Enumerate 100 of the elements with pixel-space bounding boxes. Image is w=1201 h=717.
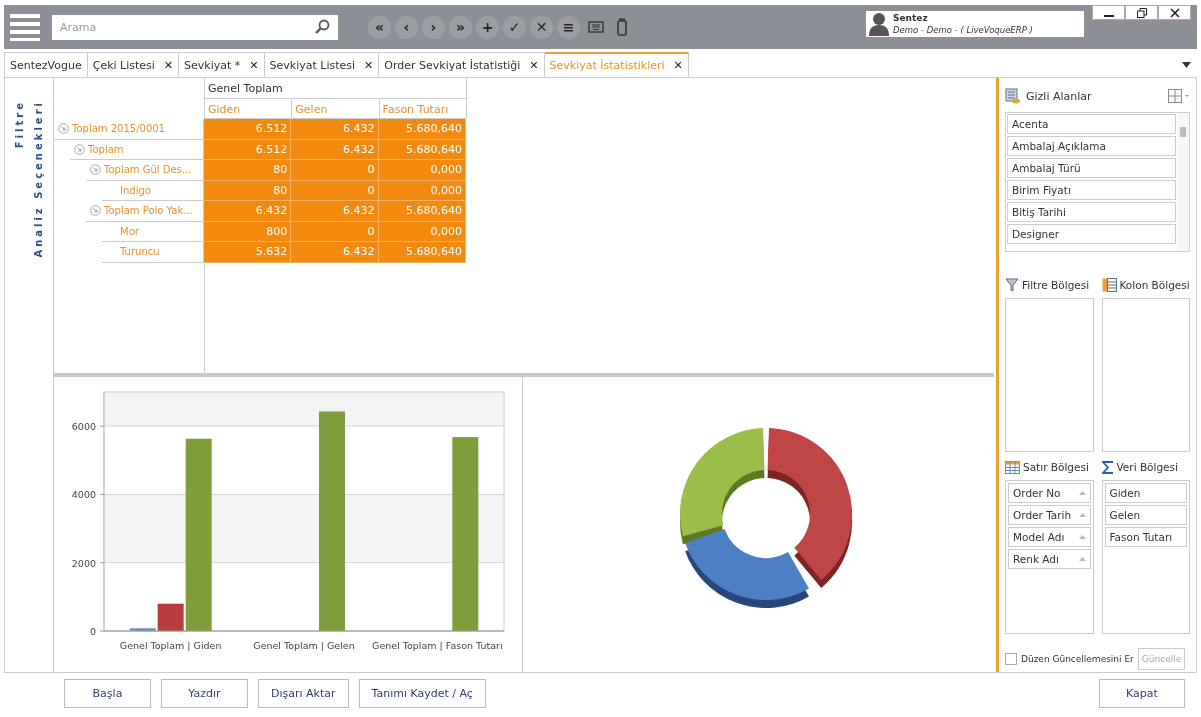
toolbar-button[interactable]: › — [422, 15, 445, 39]
data-cell: 6.432 — [291, 201, 379, 222]
collapse-icon[interactable] — [58, 123, 69, 135]
action-button[interactable]: Tanımı Kaydet / Aç — [358, 678, 486, 708]
sort-arrow-icon[interactable] — [1078, 491, 1086, 495]
menu-icon[interactable] — [10, 13, 40, 41]
data-cell: 800 — [204, 221, 292, 242]
action-button[interactable]: Başla — [64, 678, 151, 708]
scrollbar[interactable] — [1177, 113, 1189, 251]
field-item[interactable]: Ambalaj Türü — [1007, 158, 1176, 178]
toolbar-button[interactable]: » — [449, 15, 472, 39]
area-title: Kolon Bölgesi — [1119, 279, 1190, 291]
collapse-icon[interactable] — [90, 164, 101, 176]
data-cell: 0 — [291, 221, 379, 242]
row-header: Toplam — [88, 143, 124, 155]
close-button[interactable] — [1158, 5, 1191, 20]
field-item[interactable]: Gelen — [1104, 505, 1187, 525]
tab[interactable]: Order Sevkiyat İstatistiği ✕ — [379, 52, 545, 77]
toolbar-button[interactable]: ≡ — [557, 15, 580, 39]
data-cell: 6.432 — [291, 139, 379, 160]
data-cell: 6.512 — [204, 119, 292, 140]
x-category-label: Genel Toplam | Gelen — [253, 640, 355, 651]
data-cell: 80 — [204, 180, 292, 201]
restore-button[interactable] — [1125, 5, 1158, 20]
collapse-icon[interactable] — [90, 205, 101, 217]
tab-close-button[interactable]: ✕ — [364, 58, 374, 72]
search-icon[interactable] — [314, 18, 330, 35]
field-item[interactable]: Order No — [1008, 483, 1091, 503]
toolbar-button[interactable]: + — [476, 15, 499, 39]
field-item[interactable]: Birim Fiyatı — [1007, 180, 1176, 200]
layout-grid-icon[interactable] — [1168, 89, 1190, 103]
field-item[interactable]: Fason Tutarı — [1104, 527, 1187, 547]
side-tab-label[interactable]: Filtre — [14, 100, 25, 149]
row-header: Turuncu — [120, 246, 160, 258]
keyboard-icon[interactable] — [588, 21, 604, 33]
row-header: Toplam Polo Yak... — [104, 205, 193, 217]
data-cell: 5.680,640 — [378, 201, 466, 222]
field-item[interactable]: Ambalaj Açıklama — [1007, 136, 1176, 156]
y-tick-label: 0 — [89, 626, 96, 637]
data-cell: 0,000 — [378, 160, 466, 181]
user-subtitle: Demo - Demo - ( LiveVoqueERP ) — [893, 24, 1033, 36]
user-name: Sentez — [893, 12, 929, 24]
row-header: Toplam 2015/0001 — [72, 123, 165, 135]
sigma-icon — [1101, 460, 1114, 474]
toolbar-button[interactable]: ‹ — [395, 15, 418, 39]
y-tick-label: 6000 — [71, 421, 96, 433]
field-item[interactable]: Renk Adı — [1008, 549, 1091, 569]
trash-icon[interactable] — [616, 18, 628, 36]
close-icon[interactable] — [1169, 7, 1180, 18]
tab-close-button[interactable]: ✕ — [673, 59, 683, 72]
tab[interactable]: Çeki Listesi ✕ — [87, 52, 180, 77]
panel-title: Gizli Alanlar — [1026, 89, 1092, 103]
data-cell: 5.680,640 — [378, 119, 466, 140]
toolbar-button[interactable]: ✕ — [530, 15, 553, 39]
restore-icon[interactable] — [1136, 7, 1147, 18]
data-cell: 6.432 — [291, 242, 379, 263]
action-button[interactable]: Yazdır — [161, 678, 248, 708]
user-avatar-icon — [869, 12, 889, 36]
tab[interactable]: Sevkiyat * ✕ — [179, 52, 265, 77]
sort-arrow-icon[interactable] — [1078, 557, 1086, 561]
field-item[interactable]: Bitiş Tarihi — [1007, 202, 1176, 222]
toolbar-button[interactable]: « — [368, 15, 391, 39]
tab[interactable]: Sevkiyat Listesi ✕ — [264, 52, 380, 77]
y-tick-label: 4000 — [71, 489, 96, 501]
minimize-button[interactable] — [1092, 5, 1125, 20]
toolbar-button[interactable]: ✓ — [503, 15, 526, 39]
sort-arrow-icon[interactable] — [1078, 513, 1086, 517]
x-category-label: Genel Toplam | Fason Tutarı — [372, 640, 503, 651]
checkbox-label: Düzen Güncellemesini Er — [1021, 654, 1134, 664]
columns-icon — [1101, 278, 1117, 292]
caret-icon[interactable] — [1182, 61, 1191, 68]
table-icon — [1005, 460, 1020, 474]
side-tab-label[interactable]: Analiz Seçenekleri — [33, 100, 44, 258]
data-cell: 6.512 — [204, 139, 292, 160]
field-item[interactable]: Order Tarih — [1008, 505, 1091, 525]
data-cell: 6.432 — [204, 201, 292, 222]
sort-arrow-icon[interactable] — [1078, 535, 1086, 539]
data-cell: 5.632 — [204, 242, 292, 263]
data-cell: 5.680,640 — [378, 242, 466, 263]
tab-close-button[interactable]: ✕ — [163, 58, 174, 72]
area-title: Satır Bölgesi — [1023, 461, 1089, 473]
y-tick-label: 2000 — [71, 557, 96, 569]
field-item[interactable]: Acenta — [1007, 114, 1176, 134]
checkbox[interactable] — [1005, 653, 1017, 665]
tab-close-button[interactable]: ✕ — [249, 58, 259, 72]
field-list-icon — [1005, 88, 1021, 104]
filter-icon — [1005, 278, 1019, 292]
field-item[interactable]: Designer — [1007, 224, 1176, 244]
close-dialog-button[interactable]: Kapat — [1099, 678, 1185, 708]
field-item[interactable]: Giden — [1104, 483, 1187, 503]
action-button[interactable]: Dışarı Aktar — [258, 678, 349, 708]
collapse-icon[interactable] — [74, 143, 85, 155]
row-header: Toplam Gül Des... — [104, 164, 192, 176]
column-group-header: Genel Toplam — [205, 78, 467, 99]
data-cell: 0 — [291, 180, 379, 201]
tab[interactable]: Sevkiyat İstatistikleri ✕ — [544, 52, 689, 77]
tab-close-button[interactable]: ✕ — [529, 58, 539, 72]
search-field[interactable]: Arama — [52, 14, 338, 40]
tab[interactable]: SentezVogue — [4, 52, 88, 77]
field-item[interactable]: Model Adı — [1008, 527, 1091, 547]
